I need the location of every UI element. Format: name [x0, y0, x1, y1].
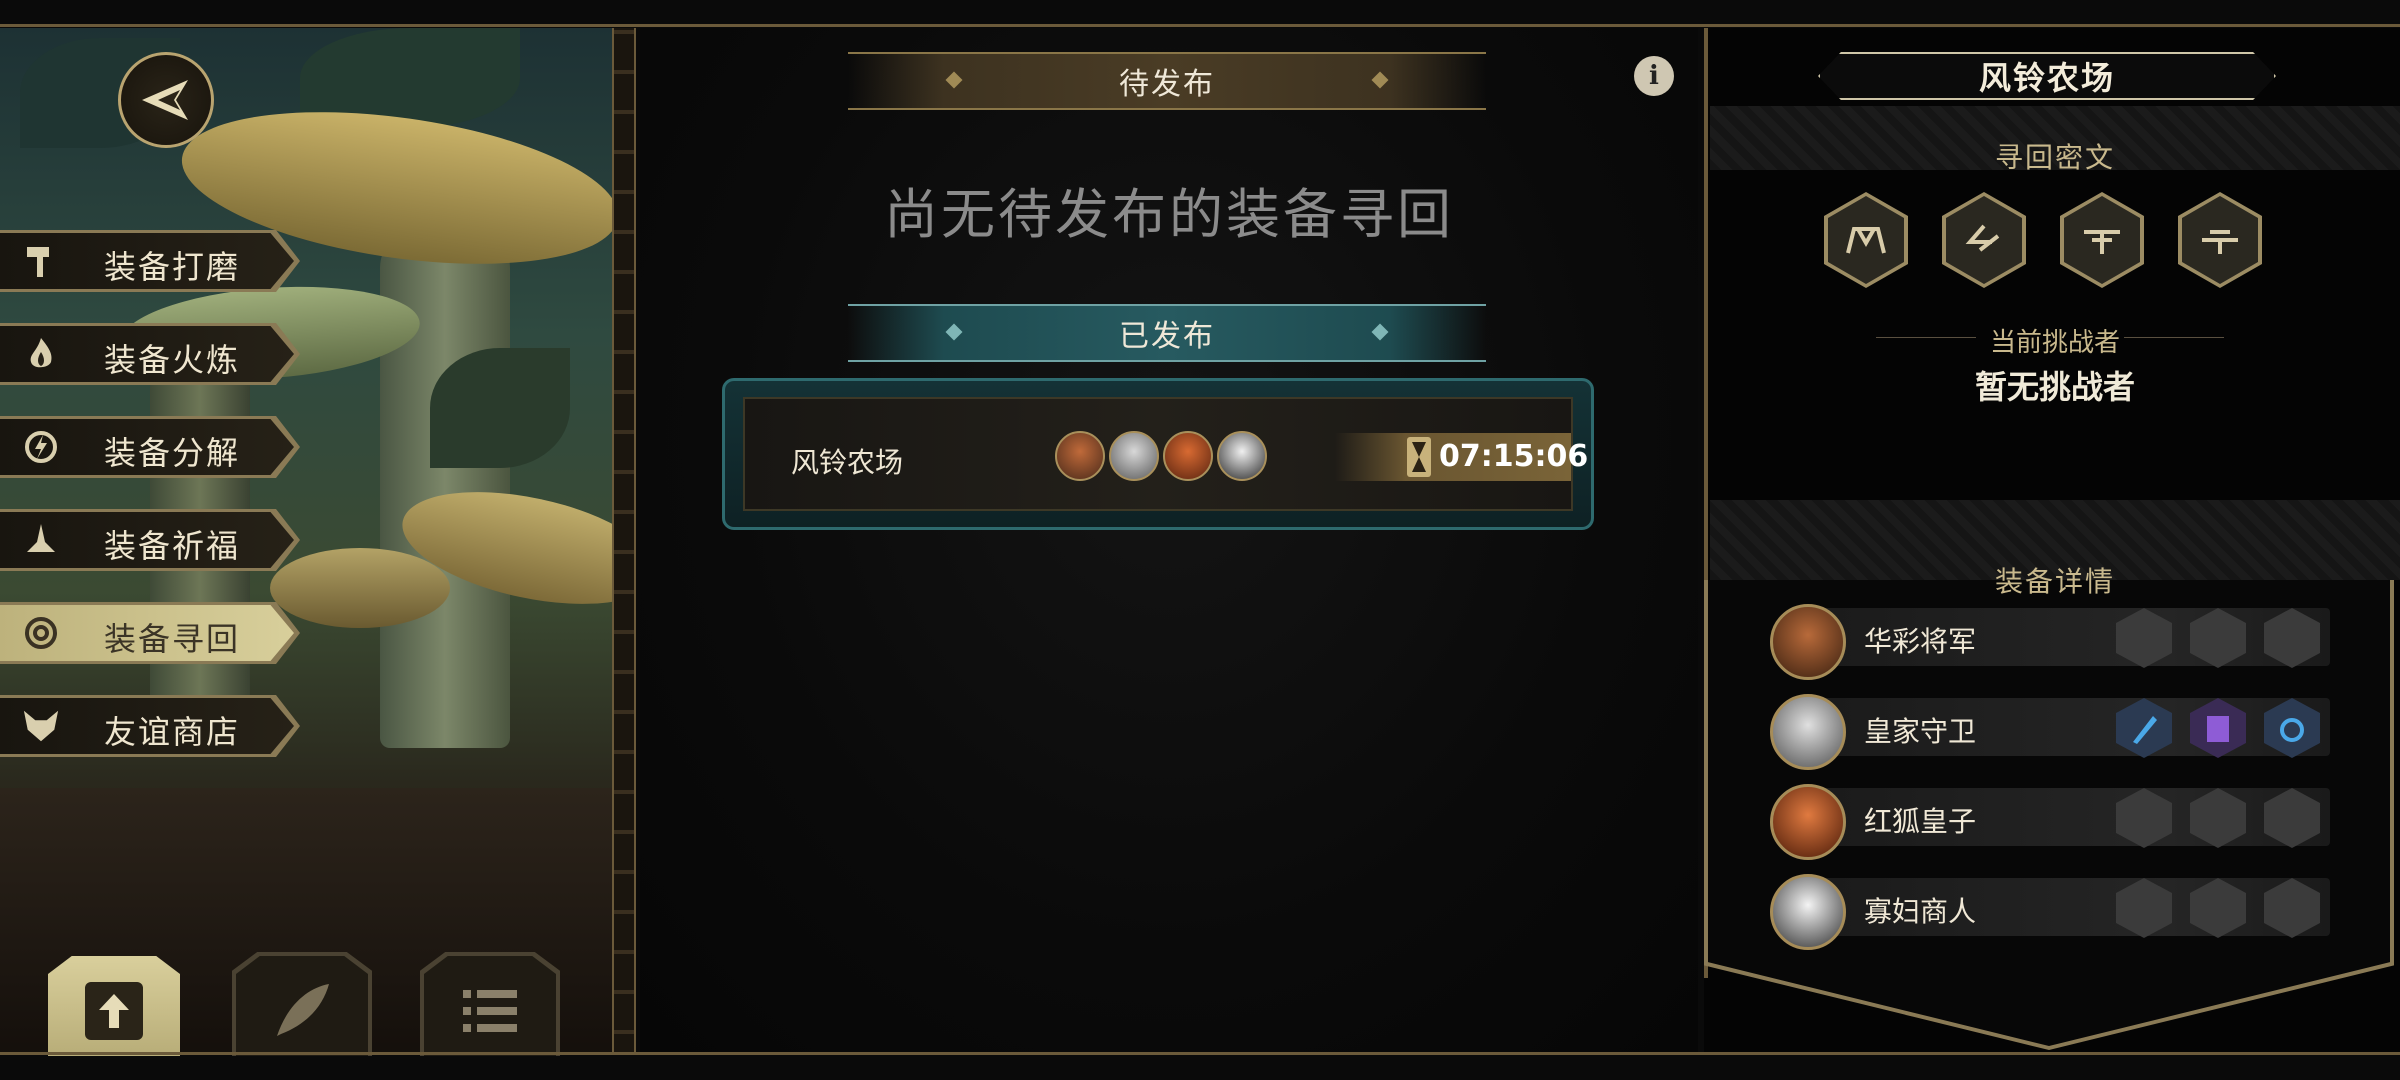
published-title: 已发布	[1119, 319, 1215, 354]
decompose-icon	[22, 428, 60, 466]
flame-icon	[22, 335, 60, 373]
menu-label: 装备寻回	[104, 620, 241, 658]
menu-label: 装备祈福	[104, 527, 241, 565]
equipment-header: 装备详情	[1994, 565, 2115, 598]
menu-label: 装备火炼	[104, 341, 241, 379]
menu-item-polish[interactable]: 装备打磨	[0, 230, 300, 292]
hero-avatar-general	[1055, 431, 1105, 481]
menu-item-fire[interactable]: 装备火炼	[0, 323, 300, 385]
hero-row-merchant[interactable]: 寡妇商人	[1770, 874, 2330, 950]
ornate-divider	[612, 28, 636, 1052]
hero-name: 华彩将军	[1864, 625, 1977, 658]
countdown-timer: 07:15:06	[1439, 439, 1589, 474]
hero-name: 寡妇商人	[1864, 895, 1977, 928]
challenger-label: 当前挑战者	[1989, 328, 2120, 358]
hero-row-general[interactable]: 华彩将军	[1770, 604, 2330, 680]
menu-item-friend-shop[interactable]: 友谊商店	[0, 695, 300, 757]
rune-icon-2	[1965, 224, 2000, 252]
menu-label: 装备打磨	[104, 248, 241, 286]
menu-label: 友谊商店	[104, 713, 241, 751]
tab-upload[interactable]	[44, 952, 184, 1056]
location-title-plate: 风铃农场	[1818, 52, 2276, 100]
menu-item-decompose[interactable]: 装备分解	[0, 416, 300, 478]
cipher-header: 寻回密文	[1994, 141, 2115, 174]
upload-icon	[85, 982, 143, 1040]
tab-list[interactable]	[420, 952, 560, 1056]
rune-icon-3	[2084, 230, 2120, 254]
back-arrow-icon	[142, 80, 188, 120]
empty-pending-message: 尚无待发布的装备寻回	[884, 183, 1454, 246]
back-button[interactable]	[118, 52, 214, 148]
target-icon	[22, 614, 60, 652]
hourglass-icon	[1407, 437, 1431, 477]
published-entry-card[interactable]: 风铃农场 07:15:06	[722, 378, 1594, 530]
timer-box: 07:15:06	[1335, 433, 1588, 481]
location-title: 风铃农场	[1978, 59, 2115, 97]
list-icon	[463, 990, 517, 1032]
avatar	[1770, 784, 1846, 860]
pending-title: 待发布	[1119, 67, 1215, 102]
avatar	[1770, 604, 1846, 680]
fox-head-icon	[22, 707, 60, 745]
published-banner: 已发布	[848, 304, 1486, 362]
menu-item-retrieve[interactable]: 装备寻回	[0, 602, 300, 664]
feather-icon	[277, 984, 329, 1036]
published-location: 风铃农场	[791, 446, 904, 479]
bottom-frame-line	[0, 1052, 2400, 1055]
rune-icon-4	[2202, 230, 2238, 254]
hero-avatar-merchant	[1217, 431, 1267, 481]
menu-label: 装备分解	[104, 434, 241, 472]
hero-row-fox[interactable]: 红狐皇子	[1770, 784, 2330, 860]
menu-item-bless[interactable]: 装备祈福	[0, 509, 300, 571]
rune-icon-1	[1846, 227, 1886, 254]
tab-feather[interactable]	[232, 952, 372, 1056]
hero-name: 红狐皇子	[1864, 805, 1977, 838]
top-frame-line	[0, 24, 2400, 27]
hammer-icon	[22, 242, 60, 280]
praying-hands-icon	[22, 521, 60, 559]
hero-name: 皇家守卫	[1864, 715, 1977, 748]
info-button[interactable]: i	[1634, 56, 1674, 96]
hero-avatar-guard	[1109, 431, 1159, 481]
pending-banner: 待发布	[848, 52, 1486, 110]
avatar	[1770, 874, 1846, 950]
hero-row-guard[interactable]: 皇家守卫	[1770, 694, 2330, 770]
avatar	[1770, 694, 1846, 770]
challenger-value: 暂无挑战者	[1974, 368, 2135, 406]
hero-avatar-fox	[1163, 431, 1213, 481]
